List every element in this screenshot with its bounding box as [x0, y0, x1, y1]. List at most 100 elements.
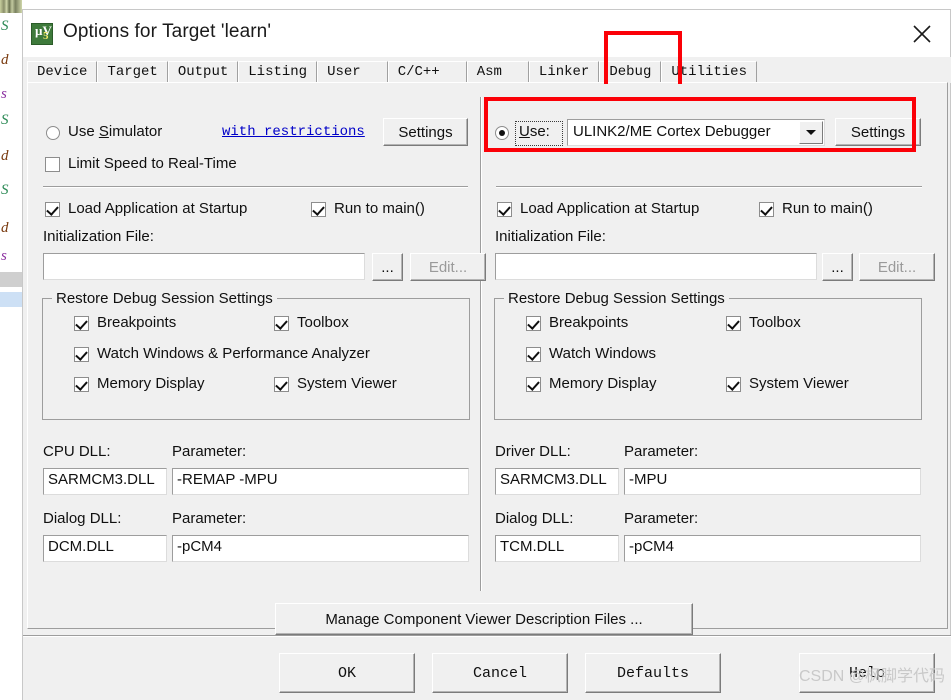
right-watch-windows-label[interactable]: Watch Windows	[549, 345, 656, 362]
right-dialog-dll-label: Dialog DLL:	[495, 510, 574, 527]
background-code-line: S	[1, 112, 9, 128]
left-separator	[43, 186, 468, 188]
left-dialog-dll-input[interactable]: DCM.DLL	[43, 535, 167, 562]
footer-separator	[23, 635, 951, 637]
left-toolbox-label[interactable]: Toolbox	[297, 314, 349, 331]
tab-listing[interactable]: Listing	[238, 61, 318, 83]
cpu-dll-label: CPU DLL:	[43, 443, 111, 460]
right-separator	[496, 186, 922, 188]
use-debugger-label[interactable]: Use:	[519, 123, 550, 140]
cpu-parameter-input[interactable]: -REMAP -MPU	[172, 468, 469, 495]
left-run-to-main-label[interactable]: Run to main()	[334, 200, 425, 217]
left-load-application-label[interactable]: Load Application at Startup	[68, 200, 247, 217]
right-edit-button[interactable]: Edit...	[859, 253, 935, 281]
use-simulator-radio[interactable]	[46, 126, 60, 140]
use-debugger-radio[interactable]	[495, 126, 509, 140]
options-dialog: µV 5 Options for Target 'learn' Device T…	[22, 9, 951, 700]
with-restrictions-link[interactable]: with restrictions	[222, 124, 365, 140]
left-watch-windows-label[interactable]: Watch Windows & Performance Analyzer	[97, 345, 370, 362]
tab-target[interactable]: Target	[97, 61, 168, 83]
right-run-to-main-checkbox[interactable]	[759, 202, 774, 217]
close-icon	[913, 25, 931, 43]
right-dialog-parameter-input[interactable]: -pCM4	[624, 535, 921, 562]
right-restore-session-group: Restore Debug Session Settings Breakpoin…	[494, 290, 922, 420]
use-simulator-label[interactable]: Use Simulator	[68, 123, 162, 140]
right-dialog-dll-input[interactable]: TCM.DLL	[495, 535, 619, 562]
tab-linker[interactable]: Linker	[528, 61, 600, 83]
driver-parameter-input[interactable]: -MPU	[624, 468, 921, 495]
simulator-settings-button[interactable]: Settings	[383, 118, 468, 146]
left-breakpoints-checkbox[interactable]	[74, 316, 89, 331]
tab-strip: Device Target Output Listing User C/C++ …	[23, 57, 951, 83]
right-memory-display-checkbox[interactable]	[526, 377, 541, 392]
cancel-button[interactable]: Cancel	[432, 653, 568, 693]
right-watch-windows-checkbox[interactable]	[526, 347, 541, 362]
debugger-settings-button[interactable]: Settings	[835, 118, 921, 146]
left-load-application-checkbox[interactable]	[45, 202, 60, 217]
right-init-file-input[interactable]	[495, 253, 817, 280]
screen: S d s S d S d s µV 5 Options for Target …	[0, 0, 951, 700]
defaults-button[interactable]: Defaults	[585, 653, 721, 693]
limit-speed-checkbox[interactable]	[45, 157, 60, 172]
right-toolbox-label[interactable]: Toolbox	[749, 314, 801, 331]
panel-divider	[480, 97, 482, 591]
right-toolbox-checkbox[interactable]	[726, 316, 741, 331]
right-load-application-label[interactable]: Load Application at Startup	[520, 200, 699, 217]
left-breakpoints-label[interactable]: Breakpoints	[97, 314, 176, 331]
right-restore-session-title: Restore Debug Session Settings	[504, 290, 729, 307]
background-code-line: d	[1, 52, 9, 68]
ok-button[interactable]: OK	[279, 653, 415, 693]
left-init-file-input[interactable]	[43, 253, 365, 280]
background-code-line: d	[1, 148, 9, 164]
manage-component-viewer-button[interactable]: Manage Component Viewer Description File…	[275, 603, 693, 635]
tab-asm[interactable]: Asm	[466, 61, 529, 83]
left-memory-display-label[interactable]: Memory Display	[97, 375, 205, 392]
left-watch-windows-checkbox[interactable]	[74, 347, 89, 362]
icon-five-glyph: 5	[43, 30, 49, 42]
right-memory-display-label[interactable]: Memory Display	[549, 375, 657, 392]
right-system-viewer-label[interactable]: System Viewer	[749, 375, 849, 392]
cpu-parameter-label: Parameter:	[172, 443, 247, 460]
chevron-down-icon[interactable]	[799, 121, 823, 144]
close-button[interactable]	[894, 10, 950, 57]
tab-user[interactable]: User	[317, 61, 388, 83]
limit-speed-label[interactable]: Limit Speed to Real-Time	[68, 155, 237, 172]
right-breakpoints-label[interactable]: Breakpoints	[549, 314, 628, 331]
left-system-viewer-checkbox[interactable]	[274, 377, 289, 392]
dialog-title: Options for Target 'learn'	[63, 21, 272, 42]
right-system-viewer-checkbox[interactable]	[726, 377, 741, 392]
left-run-to-main-checkbox[interactable]	[311, 202, 326, 217]
tab-row: Device Target Output Listing User C/C++ …	[27, 61, 757, 83]
driver-dll-input[interactable]: SARMCM3.DLL	[495, 468, 619, 495]
left-dialog-parameter-input[interactable]: -pCM4	[172, 535, 469, 562]
background-code-line: s	[1, 248, 7, 264]
right-browse-button[interactable]: ...	[822, 253, 853, 281]
tab-utilities[interactable]: Utilities	[661, 61, 757, 83]
left-dialog-dll-label: Dialog DLL:	[43, 510, 122, 527]
background-code-line: d	[1, 220, 9, 236]
help-button[interactable]: Help	[799, 653, 935, 693]
left-init-file-label: Initialization File:	[43, 228, 154, 245]
left-toolbox-checkbox[interactable]	[274, 316, 289, 331]
keil-uvision-icon: µV 5	[31, 23, 53, 45]
tab-cpp[interactable]: C/C++	[387, 61, 467, 83]
dialog-titlebar: µV 5 Options for Target 'learn'	[23, 10, 950, 57]
tab-debug[interactable]: Debug	[599, 61, 662, 83]
cpu-dll-input[interactable]: SARMCM3.DLL	[43, 468, 167, 495]
right-run-to-main-label[interactable]: Run to main()	[782, 200, 873, 217]
left-system-viewer-label[interactable]: System Viewer	[297, 375, 397, 392]
background-toolbar	[0, 0, 22, 13]
tab-device[interactable]: Device	[27, 61, 98, 83]
driver-dll-label: Driver DLL:	[495, 443, 571, 460]
left-memory-display-checkbox[interactable]	[74, 377, 89, 392]
left-edit-button[interactable]: Edit...	[410, 253, 486, 281]
tab-output[interactable]: Output	[167, 61, 239, 83]
background-code-line: S	[1, 18, 9, 34]
debugger-combobox[interactable]: ULINK2/ME Cortex Debugger	[567, 119, 825, 146]
right-breakpoints-checkbox[interactable]	[526, 316, 541, 331]
left-browse-button[interactable]: ...	[372, 253, 403, 281]
right-load-application-checkbox[interactable]	[497, 202, 512, 217]
right-init-file-label: Initialization File:	[495, 228, 606, 245]
left-restore-session-group: Restore Debug Session Settings Breakpoin…	[42, 290, 470, 420]
background-code-line: s	[1, 86, 7, 102]
